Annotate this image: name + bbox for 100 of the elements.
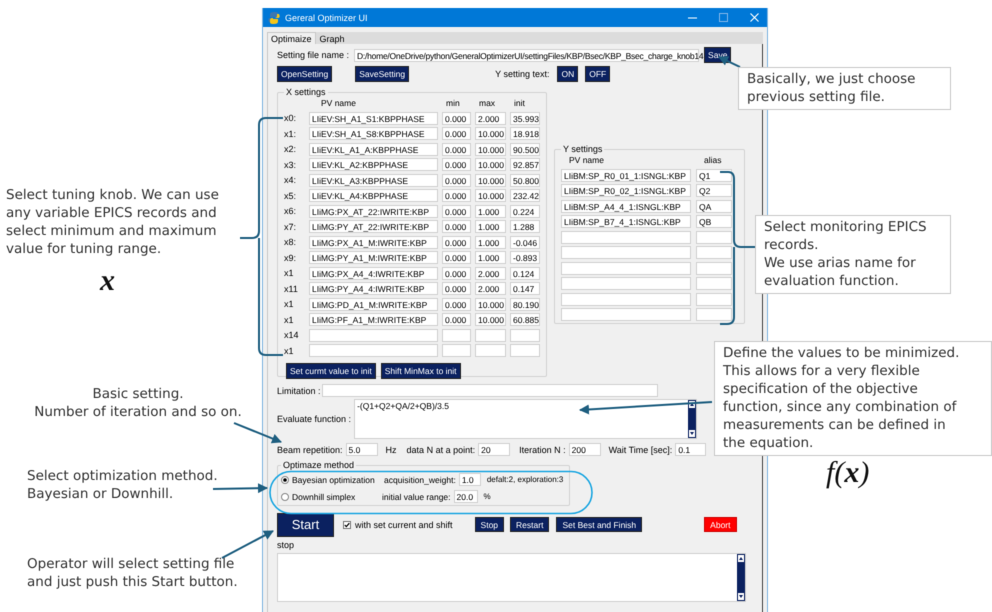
alias-field[interactable] (696, 292, 732, 306)
min-field[interactable]: 0.000 (442, 313, 471, 326)
min-field[interactable]: 0.000 (442, 251, 471, 264)
init-field[interactable] (510, 328, 540, 342)
parameter-field[interactable]: 20 (478, 443, 510, 456)
init-field[interactable]: 92.857 (510, 158, 540, 171)
init-field[interactable]: 232.42 (510, 189, 540, 202)
pv-name-field[interactable] (561, 262, 691, 274)
pv-name-field[interactable]: LIiEV:SH_A1_S8:KBPPHASE (309, 127, 438, 140)
toggle-button[interactable]: ON (557, 66, 578, 82)
scrollbar[interactable] (688, 400, 696, 438)
toggle-button[interactable]: OFF (585, 66, 610, 82)
scrollbar[interactable] (737, 554, 745, 601)
radio-button[interactable] (281, 492, 289, 500)
alias-field[interactable] (696, 277, 732, 290)
max-field[interactable]: 2.000 (475, 112, 506, 124)
init-field[interactable]: 0.224 (510, 204, 540, 218)
pv-name-field[interactable]: LIiMG:PX_AT_22:IWRITE:KBP (309, 204, 438, 218)
min-field[interactable]: 0.000 (442, 220, 471, 233)
min-field[interactable]: 0.000 (442, 127, 471, 140)
alias-field[interactable]: Q1 (696, 168, 732, 182)
init-field[interactable]: 0.124 (510, 266, 540, 280)
pv-name-field[interactable] (561, 308, 691, 321)
max-field[interactable]: 1.000 (475, 236, 506, 248)
min-field[interactable]: 0.000 (442, 158, 471, 171)
min-field[interactable]: 0.000 (442, 142, 471, 156)
max-field[interactable]: 10.000 (475, 158, 506, 171)
max-field[interactable]: 1.000 (475, 251, 506, 264)
maximize-icon[interactable] (719, 13, 728, 22)
close-icon[interactable] (750, 13, 759, 22)
init-field[interactable]: 0.147 (510, 282, 540, 295)
pv-name-field[interactable] (309, 344, 438, 357)
pv-name-field[interactable]: LIiBM:SP_R0_01_1:ISNGL:KBP (561, 168, 691, 182)
max-field[interactable]: 2.000 (475, 266, 506, 280)
alias-field[interactable] (696, 230, 732, 244)
min-field[interactable]: 0.000 (442, 189, 471, 202)
pv-name-field[interactable]: LIiMG:PY_A4_4:IWRITE:KBP (309, 282, 438, 295)
pv-name-field[interactable] (561, 277, 691, 290)
alias-field[interactable]: Q2 (696, 184, 732, 197)
max-field[interactable]: 10.000 (475, 189, 506, 202)
parameter-field[interactable]: 0.1 (675, 443, 706, 456)
max-field[interactable]: 10.000 (475, 142, 506, 156)
min-field[interactable]: 0.000 (442, 204, 471, 218)
init-field[interactable]: -0.046 (510, 236, 540, 248)
checkbox[interactable] (343, 520, 351, 528)
min-field[interactable]: 0.000 (442, 298, 471, 310)
alias-field[interactable] (696, 246, 732, 259)
pv-name-field[interactable]: LIiBM:SP_R0_02_1:ISNGL:KBP (561, 184, 691, 197)
pv-name-field[interactable]: LIiEV:SH_A1_S1:KBPPHASE (309, 112, 438, 124)
pv-name-field[interactable]: LIiEV:KL_A3:KBPPHASE (309, 174, 438, 186)
pv-name-field[interactable]: LIiEV:KL_A1_A:KBPPHASE (309, 142, 438, 156)
min-field[interactable]: 0.000 (442, 174, 471, 186)
init-field[interactable] (510, 344, 540, 357)
max-field[interactable]: 2.000 (475, 282, 506, 295)
radio-button[interactable] (281, 476, 289, 484)
alias-field[interactable]: QB (696, 215, 732, 228)
init-field[interactable]: 60.885 (510, 313, 540, 326)
pv-name-field[interactable]: LIiBM:SP_B7_4_1:ISNGL:KBP (561, 215, 691, 228)
max-field[interactable] (475, 344, 506, 357)
action-button[interactable]: Set curmt value to init (286, 363, 376, 379)
alias-field[interactable]: QA (696, 200, 732, 212)
init-field[interactable]: 1.288 (510, 220, 540, 233)
init-field[interactable]: -0.893 (510, 251, 540, 264)
alias-field[interactable] (696, 308, 732, 321)
toolbar-button[interactable]: OpenSetting (277, 66, 332, 82)
action-button[interactable]: Shift MinMax to init (380, 363, 461, 379)
min-field[interactable] (442, 344, 471, 357)
max-field[interactable]: 10.000 (475, 174, 506, 186)
limitation-field[interactable] (322, 384, 658, 397)
pv-name-field[interactable] (561, 246, 691, 259)
pv-name-field[interactable]: LIiEV:KL_A2:KBPPHASE (309, 158, 438, 171)
tab[interactable]: Optimaize (267, 32, 316, 44)
pv-name-field[interactable] (561, 292, 691, 306)
max-field[interactable]: 10.000 (475, 313, 506, 326)
pv-name-field[interactable]: LIiEV:KL_A4:KBPPHASE (309, 189, 438, 202)
init-field[interactable]: 90.500 (510, 142, 540, 156)
action-button[interactable]: Set Best and Finish (556, 517, 642, 532)
init-field[interactable]: 80.190 (510, 298, 540, 310)
action-button[interactable]: Restart (510, 517, 550, 532)
init-field[interactable]: 35.993 (510, 112, 540, 124)
pv-name-field[interactable]: LIiMG:PX_A1_M:IWRITE:KBP (309, 236, 438, 248)
parameter-field[interactable]: 5.0 (346, 443, 378, 456)
pv-name-field[interactable]: LIiMG:PX_A4_4:IWRITE:KBP (309, 266, 438, 280)
max-field[interactable] (475, 328, 506, 342)
max-field[interactable]: 10.000 (475, 127, 506, 140)
min-field[interactable]: 0.000 (442, 266, 471, 280)
pv-name-field[interactable] (309, 328, 438, 342)
pv-name-field[interactable]: LIiMG:PD_A1_M:IWRITE:KBP (309, 298, 438, 310)
start-button[interactable]: Start (277, 512, 334, 536)
pv-name-field[interactable]: LIiMG:PF_A1_M:IWRITE:KBP (309, 313, 438, 326)
max-field[interactable]: 1.000 (475, 204, 506, 218)
abort-button[interactable]: Abort (704, 517, 736, 532)
min-field[interactable]: 0.000 (442, 112, 471, 124)
max-field[interactable]: 10.000 (475, 298, 506, 310)
parameter-field[interactable]: 1.0 (458, 473, 481, 486)
pv-name-field[interactable]: LIiMG:PY_AT_22:IWRITE:KBP (309, 220, 438, 233)
toolbar-button[interactable]: SaveSetting (355, 66, 410, 82)
init-field[interactable]: 50.800 (510, 174, 540, 186)
function-field[interactable]: -(Q1+Q2+QA/2+QB)/3.5 (354, 399, 698, 439)
max-field[interactable]: 1.000 (475, 220, 506, 233)
